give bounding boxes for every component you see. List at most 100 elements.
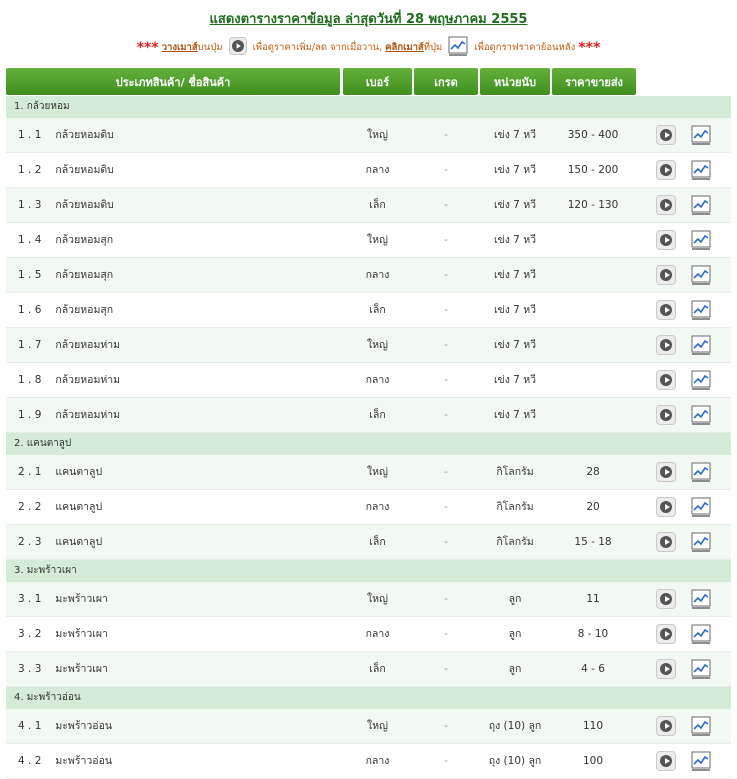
size-cell: กลาง [365,374,390,386]
grade-cell: - [444,374,448,386]
item-number: 1 . 3 [18,199,42,211]
price-history-chart-button[interactable] [691,125,711,145]
grade-cell: - [444,304,448,316]
price-history-chart-button[interactable] [691,589,711,609]
price-cell [551,363,635,397]
price-cell: 120 - 130 [567,199,619,211]
price-history-chart-button[interactable] [691,659,711,679]
price-change-button[interactable] [656,405,676,425]
grade-cell: - [444,409,448,421]
price-change-button[interactable] [656,532,676,552]
play-circle-icon [660,129,672,141]
play-circle-icon [660,409,672,421]
price-history-chart-button[interactable] [691,335,711,355]
play-circle-icon [228,37,247,58]
price-cell: 15 - 18 [574,536,612,548]
play-circle-icon [660,536,672,548]
table-row: 1 . 4 กล้วยหอมสุก ใหญ่ - เข่ง 7 หวี [6,223,731,258]
price-change-button[interactable] [656,751,676,771]
price-change-button[interactable] [656,335,676,355]
line-chart-icon [691,125,711,149]
price-history-chart-button[interactable] [691,265,711,285]
item-name: แคนตาลูป [55,501,103,513]
price-change-button[interactable] [656,624,676,644]
unit-cell: เข่ง 7 หวี [493,234,537,246]
price-change-button[interactable] [656,195,676,215]
play-circle-icon [660,304,672,316]
price-history-chart-button[interactable] [691,751,711,771]
price-cell: 28 [586,466,600,478]
price-history-chart-button[interactable] [691,497,711,517]
price-change-button[interactable] [656,716,676,736]
play-circle-icon [660,164,672,176]
price-cell: 110 [582,720,604,732]
product-name-cell: 4 . 1 มะพร้าวอ่อน [6,709,340,743]
line-chart-icon [691,462,711,486]
item-name: มะพร้าวอ่อน [55,720,113,732]
item-number: 3 . 2 [18,628,42,640]
price-change-button[interactable] [656,300,676,320]
item-name: กล้วยหอมห่าม [55,374,121,386]
table-row: 4 . 2 มะพร้าวอ่อน กลาง - ถุง (10) ลูก 100 [6,744,731,779]
table-row: 1 . 8 กล้วยหอมห่าม กลาง - เข่ง 7 หวี [6,363,731,398]
product-name-cell: 1 . 7 กล้วยหอมห่าม [6,328,340,362]
play-circle-icon [660,199,672,211]
price-history-chart-button[interactable] [691,462,711,482]
table-row: 1 . 3 กล้วยหอมดิบ เล็ก - เข่ง 7 หวี 120 - 130 [6,188,731,223]
price-change-button[interactable] [656,265,676,285]
price-history-chart-button[interactable] [691,160,711,180]
price-history-chart-button[interactable] [691,300,711,320]
unit-cell: ลูก [508,663,522,675]
grade-cell: - [444,755,448,767]
product-name-cell: 3 . 2 มะพร้าวเผา [6,617,340,651]
unit-cell: ถุง (10) ลูก [488,720,542,732]
price-change-button[interactable] [656,589,676,609]
price-change-button[interactable] [656,497,676,517]
price-history-chart-button[interactable] [691,195,711,215]
hover-mouse-link[interactable]: วางเมาส์ [162,42,198,53]
price-history-chart-button[interactable] [691,624,711,644]
table-row: 1 . 7 กล้วยหอมห่าม ใหญ่ - เข่ง 7 หวี [6,328,731,363]
price-history-chart-button[interactable] [691,370,711,390]
hint-text-4: เพื่อดูกราฟราคาย้อนหลัง [474,42,576,53]
price-history-chart-button[interactable] [691,716,711,736]
product-name-cell: 1 . 3 กล้วยหอมดิบ [6,188,340,222]
header-product: ประเภทสินค้า/ ชื่อสินค้า [6,68,340,95]
unit-cell: เข่ง 7 หวี [493,199,537,211]
price-change-button[interactable] [656,370,676,390]
stars-right: *** [578,40,601,56]
table-row: 1 . 6 กล้วยหอมสุก เล็ก - เข่ง 7 หวี [6,293,731,328]
unit-cell: กิโลกรัม [496,501,534,513]
play-circle-icon [660,720,672,732]
unit-cell: ลูก [508,628,522,640]
page-title: แสดงตารางราคาข้อมูล ล่าสุดวันที่ 28 พฤษภ… [209,12,528,27]
item-name: แคนตาลูป [55,466,103,478]
unit-cell: ถุง (10) ลูก [488,755,542,767]
price-change-button[interactable] [656,125,676,145]
price-history-chart-button[interactable] [691,230,711,250]
item-number: 3 . 1 [18,593,42,605]
table-row: 1 . 9 กล้วยหอมห่าม เล็ก - เข่ง 7 หวี [6,398,731,433]
grade-cell: - [444,129,448,141]
item-name: กล้วยหอมห่าม [55,409,121,421]
click-mouse-link[interactable]: คลิกเมาส์ [385,42,424,53]
size-cell: กลาง [365,164,390,176]
product-name-cell: 1 . 9 กล้วยหอมห่าม [6,398,340,432]
item-number: 2 . 3 [18,536,42,548]
item-name: กล้วยหอมสุก [55,304,114,316]
line-chart-icon [691,659,711,683]
play-circle-icon [660,466,672,478]
product-name-cell: 2 . 3 แคนตาลูป [6,525,340,559]
product-name-cell: 1 . 2 กล้วยหอมดิบ [6,153,340,187]
price-change-button[interactable] [656,230,676,250]
price-cell: 8 - 10 [577,628,609,640]
item-number: 4 . 1 [18,720,42,732]
price-change-button[interactable] [656,659,676,679]
size-cell: กลาง [365,628,390,640]
price-change-button[interactable] [656,160,676,180]
price-change-button[interactable] [656,462,676,482]
hint-text-3: ที่ปุ่ม [423,42,443,53]
play-circle-icon [660,593,672,605]
price-history-chart-button[interactable] [691,405,711,425]
price-history-chart-button[interactable] [691,532,711,552]
